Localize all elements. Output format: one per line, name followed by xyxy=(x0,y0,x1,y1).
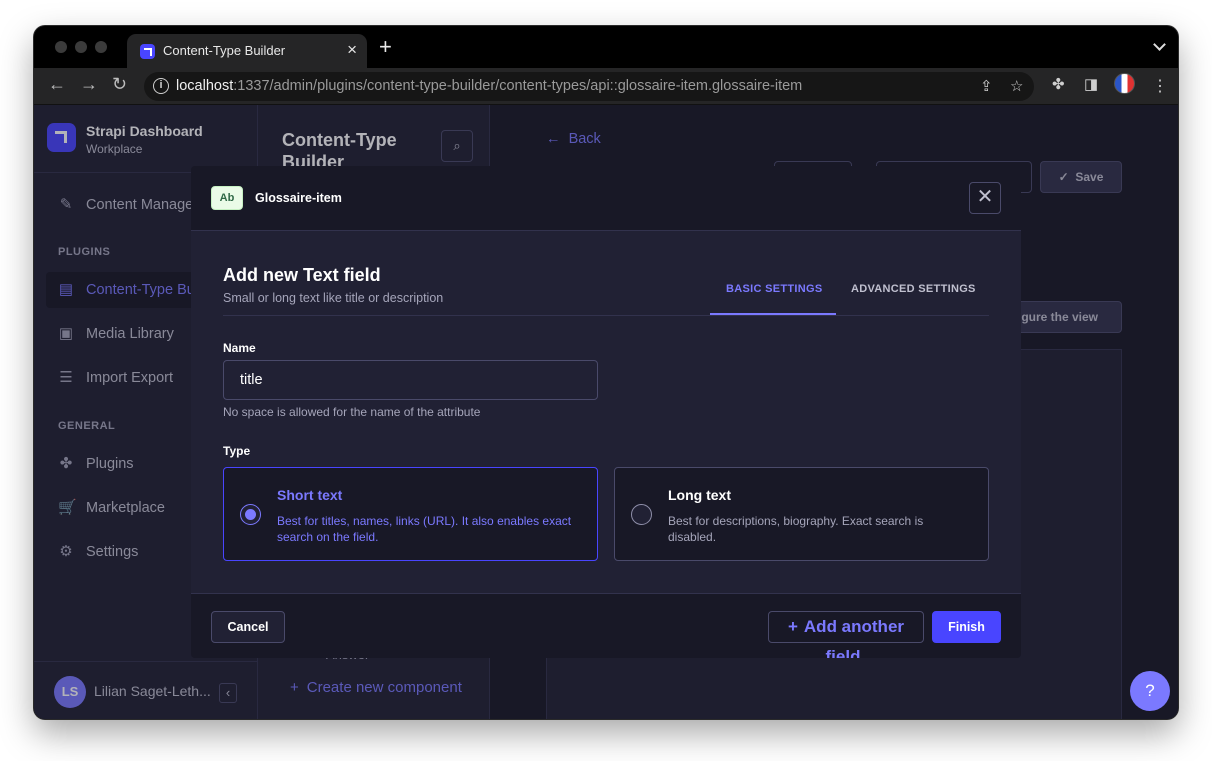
tab-advanced-settings[interactable]: ADVANCED SETTINGS xyxy=(851,283,976,295)
strapi-favicon-icon xyxy=(140,44,155,59)
forward-arrow-icon[interactable]: → xyxy=(80,75,98,93)
profile-avatar-icon[interactable] xyxy=(1114,73,1135,94)
tab-strip: Content-Type Builder × + xyxy=(34,26,1178,68)
modal-subtitle: Small or long text like title or descrip… xyxy=(223,291,444,305)
modal-footer: Cancel + Add another field Finish xyxy=(191,593,1021,658)
browser-menu-icon[interactable]: ⋮ xyxy=(1152,76,1168,96)
tab-title: Content-Type Builder xyxy=(163,43,286,58)
name-label: Name xyxy=(223,341,256,355)
modal-breadcrumb: Glossaire-item xyxy=(255,191,342,205)
tab-basic-settings[interactable]: BASIC SETTINGS xyxy=(726,283,823,295)
type-label: Type xyxy=(223,444,251,458)
window-close-dot[interactable] xyxy=(55,41,67,53)
side-panel-icon[interactable]: ◨ xyxy=(1084,77,1098,92)
browser-tab[interactable]: Content-Type Builder × xyxy=(127,34,367,68)
name-hint: No space is allowed for the name of the … xyxy=(223,405,481,419)
back-arrow-icon[interactable]: ← xyxy=(48,75,66,93)
url-text[interactable]: localhost:1337/admin/plugins/content-typ… xyxy=(176,78,802,94)
browser-toolbar: ← → ↻ i localhost:1337/admin/plugins/con… xyxy=(34,68,1178,105)
window-minimize-dot[interactable] xyxy=(75,41,87,53)
window-zoom-dot[interactable] xyxy=(95,41,107,53)
text-type-badge-icon: Ab xyxy=(211,186,243,210)
bookmark-star-icon[interactable]: ☆ xyxy=(1010,77,1023,95)
type-title: Long text xyxy=(668,487,731,503)
name-input[interactable] xyxy=(224,361,597,399)
modal-title: Add new Text field xyxy=(223,265,381,285)
type-title: Short text xyxy=(277,487,343,503)
tab-search-chevron-icon[interactable] xyxy=(1153,38,1166,51)
help-button[interactable]: ? xyxy=(1130,671,1170,711)
browser-window: Content-Type Builder × + ← → ↻ i localho… xyxy=(34,26,1178,719)
url-path: :1337/admin/plugins/content-type-builder… xyxy=(233,78,803,94)
type-option-long-text[interactable]: Long text Best for descriptions, biograp… xyxy=(614,467,989,561)
add-another-field-button[interactable]: + Add another field xyxy=(768,611,924,658)
finish-button[interactable]: Finish xyxy=(932,611,1001,643)
plus-icon: + xyxy=(787,617,798,636)
new-tab-icon[interactable]: + xyxy=(379,36,392,58)
tab-close-icon[interactable]: × xyxy=(347,40,357,60)
radio-selected-icon[interactable] xyxy=(240,504,261,525)
share-icon[interactable]: ⇪ xyxy=(980,77,993,95)
add-another-label: Add another field xyxy=(803,617,905,658)
close-icon[interactable]: ✕ xyxy=(969,182,1001,214)
name-field[interactable] xyxy=(223,360,598,400)
tab-divider xyxy=(223,315,989,316)
radio-unselected-icon[interactable] xyxy=(631,504,652,525)
reload-icon[interactable]: ↻ xyxy=(112,75,127,93)
extensions-puzzle-icon[interactable]: ✤ xyxy=(1052,77,1065,92)
modal-header: Ab Glossaire-item ✕ xyxy=(191,166,1021,231)
url-host: localhost xyxy=(176,78,234,94)
add-field-modal: Ab Glossaire-item ✕ Add new Text field S… xyxy=(191,166,1021,658)
type-description: Best for descriptions, biography. Exact … xyxy=(668,514,924,544)
type-option-short-text[interactable]: Short text Best for titles, names, links… xyxy=(223,467,598,561)
cancel-button[interactable]: Cancel xyxy=(211,611,285,643)
active-tab-indicator xyxy=(710,313,836,315)
address-bar[interactable]: i localhost:1337/admin/plugins/content-t… xyxy=(144,72,1034,101)
site-info-icon[interactable]: i xyxy=(153,78,169,94)
type-description: Best for titles, names, links (URL). It … xyxy=(277,514,572,544)
